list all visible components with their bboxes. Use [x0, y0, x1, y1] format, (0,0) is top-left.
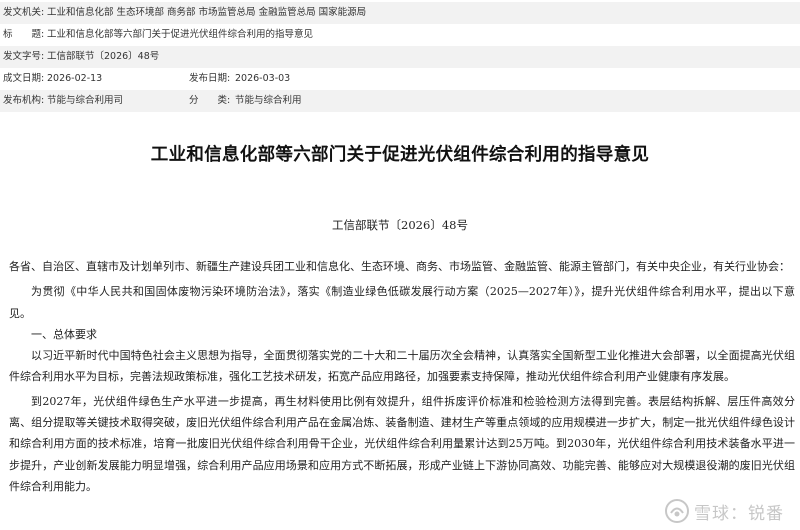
written-date-label: 成文日期:	[3, 73, 45, 84]
document-body: 各省、自治区、直辖市及计划单列市、新疆生产建设兵团工业和信息化、生态环境、商务、…	[9, 256, 795, 497]
issuer-label: 发文机关:	[3, 7, 45, 18]
watermark: 雪球：锐番	[664, 496, 784, 526]
watermark-text: 雪球：锐番	[694, 503, 784, 524]
published-date-label: 发布日期:	[189, 73, 231, 84]
section-heading: 一、总体要求	[31, 327, 97, 341]
intro-paragraph: 为贯彻《中华人民共和国固体废物污染环境防治法》，落实《制造业绿色低碳发展行动方案…	[9, 285, 795, 320]
meta-row-title: 标 题: 工业和信息化部等六部门关于促进光伏组件综合利用的指导意见	[0, 24, 800, 46]
meta-row-docno: 发文字号: 工信部联节〔2026〕48号	[0, 46, 800, 68]
document-title: 工业和信息化部等六部门关于促进光伏组件综合利用的指导意见	[150, 145, 650, 165]
published-date-value: 2026-03-03	[235, 73, 291, 84]
category-label: 分 类:	[189, 95, 231, 106]
section-paragraph: 到2027年，光伏组件绿色生产水平进一步提高，再生材料使用比例有效提升，组件拆废…	[9, 394, 795, 493]
snowball-logo-icon	[664, 498, 690, 524]
category-value: 节能与综合利用	[235, 95, 302, 106]
title-value: 工业和信息化部等六部门关于促进光伏组件综合利用的指导意见	[47, 29, 314, 40]
org-value: 节能与综合利用司	[47, 95, 124, 106]
addressee-paragraph: 各省、自治区、直辖市及计划单列市、新疆生产建设兵团工业和信息化、生态环境、商务、…	[9, 260, 790, 273]
docno-value: 工信部联节〔2026〕48号	[47, 51, 160, 62]
org-label: 发布机构:	[3, 95, 45, 106]
meta-row-org: 发布机构: 节能与综合利用司 分 类: 节能与综合利用	[0, 90, 800, 112]
title-label: 标 题:	[3, 29, 45, 40]
section-paragraph: 以习近平新时代中国特色社会主义思想为指导，全面贯彻落实党的二十大和二十届历次全会…	[9, 349, 795, 384]
docno-label: 发文字号:	[3, 51, 45, 62]
written-date-value: 2026-02-13	[47, 73, 103, 84]
document-number: 工信部联节〔2026〕48号	[332, 218, 468, 232]
issuer-value: 工业和信息化部 生态环境部 商务部 市场监管总局 金融监管总局 国家能源局	[47, 7, 367, 18]
meta-row-issuer: 发文机关: 工业和信息化部 生态环境部 商务部 市场监管总局 金融监管总局 国家…	[0, 2, 800, 24]
meta-row-dates: 成文日期: 2026-02-13 发布日期: 2026-03-03	[0, 68, 800, 90]
